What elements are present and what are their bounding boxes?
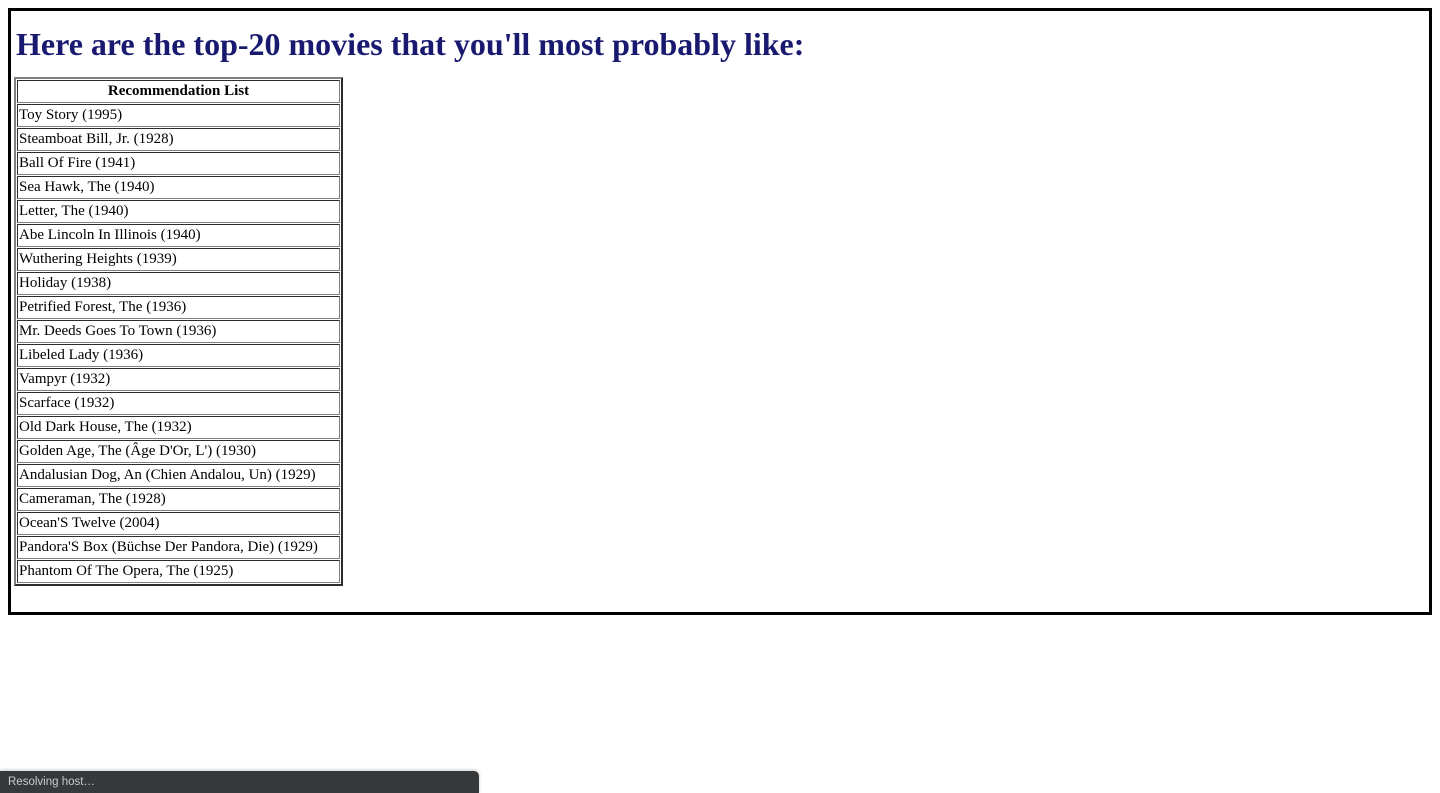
table-row: Phantom Of The Opera, The (1925)	[17, 560, 340, 583]
movie-title-cell: Cameraman, The (1928)	[17, 488, 340, 511]
table-row: Pandora'S Box (Büchse Der Pandora, Die) …	[17, 536, 340, 559]
table-row: Golden Age, The (Âge D'Or, L') (1930)	[17, 440, 340, 463]
table-row: Libeled Lady (1936)	[17, 344, 340, 367]
movie-title-cell: Libeled Lady (1936)	[17, 344, 340, 367]
movie-title-cell: Sea Hawk, The (1940)	[17, 176, 340, 199]
table-row: Letter, The (1940)	[17, 200, 340, 223]
table-row: Old Dark House, The (1932)	[17, 416, 340, 439]
table-row: Sea Hawk, The (1940)	[17, 176, 340, 199]
table-head: Recommendation List	[17, 80, 340, 103]
table-row: Scarface (1932)	[17, 392, 340, 415]
movie-title-cell: Ocean'S Twelve (2004)	[17, 512, 340, 535]
table-row: Andalusian Dog, An (Chien Andalou, Un) (…	[17, 464, 340, 487]
recommendation-table-container: Recommendation List Toy Story (1995) Stea…	[11, 63, 1429, 586]
movie-title-cell: Andalusian Dog, An (Chien Andalou, Un) (…	[17, 464, 340, 487]
table-row: Holiday (1938)	[17, 272, 340, 295]
table-row: Cameraman, The (1928)	[17, 488, 340, 511]
column-header-recommendation-list: Recommendation List	[17, 80, 340, 103]
movie-title-cell: Steamboat Bill, Jr. (1928)	[17, 128, 340, 151]
movie-title-cell: Old Dark House, The (1932)	[17, 416, 340, 439]
page-frame: Here are the top-20 movies that you'll m…	[8, 8, 1432, 615]
table-row: Vampyr (1932)	[17, 368, 340, 391]
status-text: Resolving host…	[8, 776, 95, 788]
movie-title-cell: Phantom Of The Opera, The (1925)	[17, 560, 340, 583]
status-bubble: Resolving host…	[0, 771, 479, 793]
movie-title-cell: Golden Age, The (Âge D'Or, L') (1930)	[17, 440, 340, 463]
page-title: Here are the top-20 movies that you'll m…	[16, 26, 805, 62]
table-row: Petrified Forest, The (1936)	[17, 296, 340, 319]
movie-title-cell: Letter, The (1940)	[17, 200, 340, 223]
table-header-row: Recommendation List	[17, 80, 340, 103]
table-body: Toy Story (1995) Steamboat Bill, Jr. (192…	[17, 104, 340, 583]
table-row: Wuthering Heights (1939)	[17, 248, 340, 271]
table-row: Ocean'S Twelve (2004)	[17, 512, 340, 535]
movie-title-cell: Toy Story (1995)	[17, 104, 340, 127]
movie-title-cell: Scarface (1932)	[17, 392, 340, 415]
movie-title-cell: Mr. Deeds Goes To Town (1936)	[17, 320, 340, 343]
table-row: Steamboat Bill, Jr. (1928)	[17, 128, 340, 151]
movie-title-cell: Pandora'S Box (Büchse Der Pandora, Die) …	[17, 536, 340, 559]
recommendation-table: Recommendation List Toy Story (1995) Stea…	[14, 77, 343, 586]
table-row: Mr. Deeds Goes To Town (1936)	[17, 320, 340, 343]
table-row: Toy Story (1995)	[17, 104, 340, 127]
table-row: Ball Of Fire (1941)	[17, 152, 340, 175]
movie-title-cell: Abe Lincoln In Illinois (1940)	[17, 224, 340, 247]
table-row: Abe Lincoln In Illinois (1940)	[17, 224, 340, 247]
movie-title-cell: Wuthering Heights (1939)	[17, 248, 340, 271]
movie-title-cell: Holiday (1938)	[17, 272, 340, 295]
movie-title-cell: Vampyr (1932)	[17, 368, 340, 391]
movie-title-cell: Petrified Forest, The (1936)	[17, 296, 340, 319]
movie-title-cell: Ball Of Fire (1941)	[17, 152, 340, 175]
